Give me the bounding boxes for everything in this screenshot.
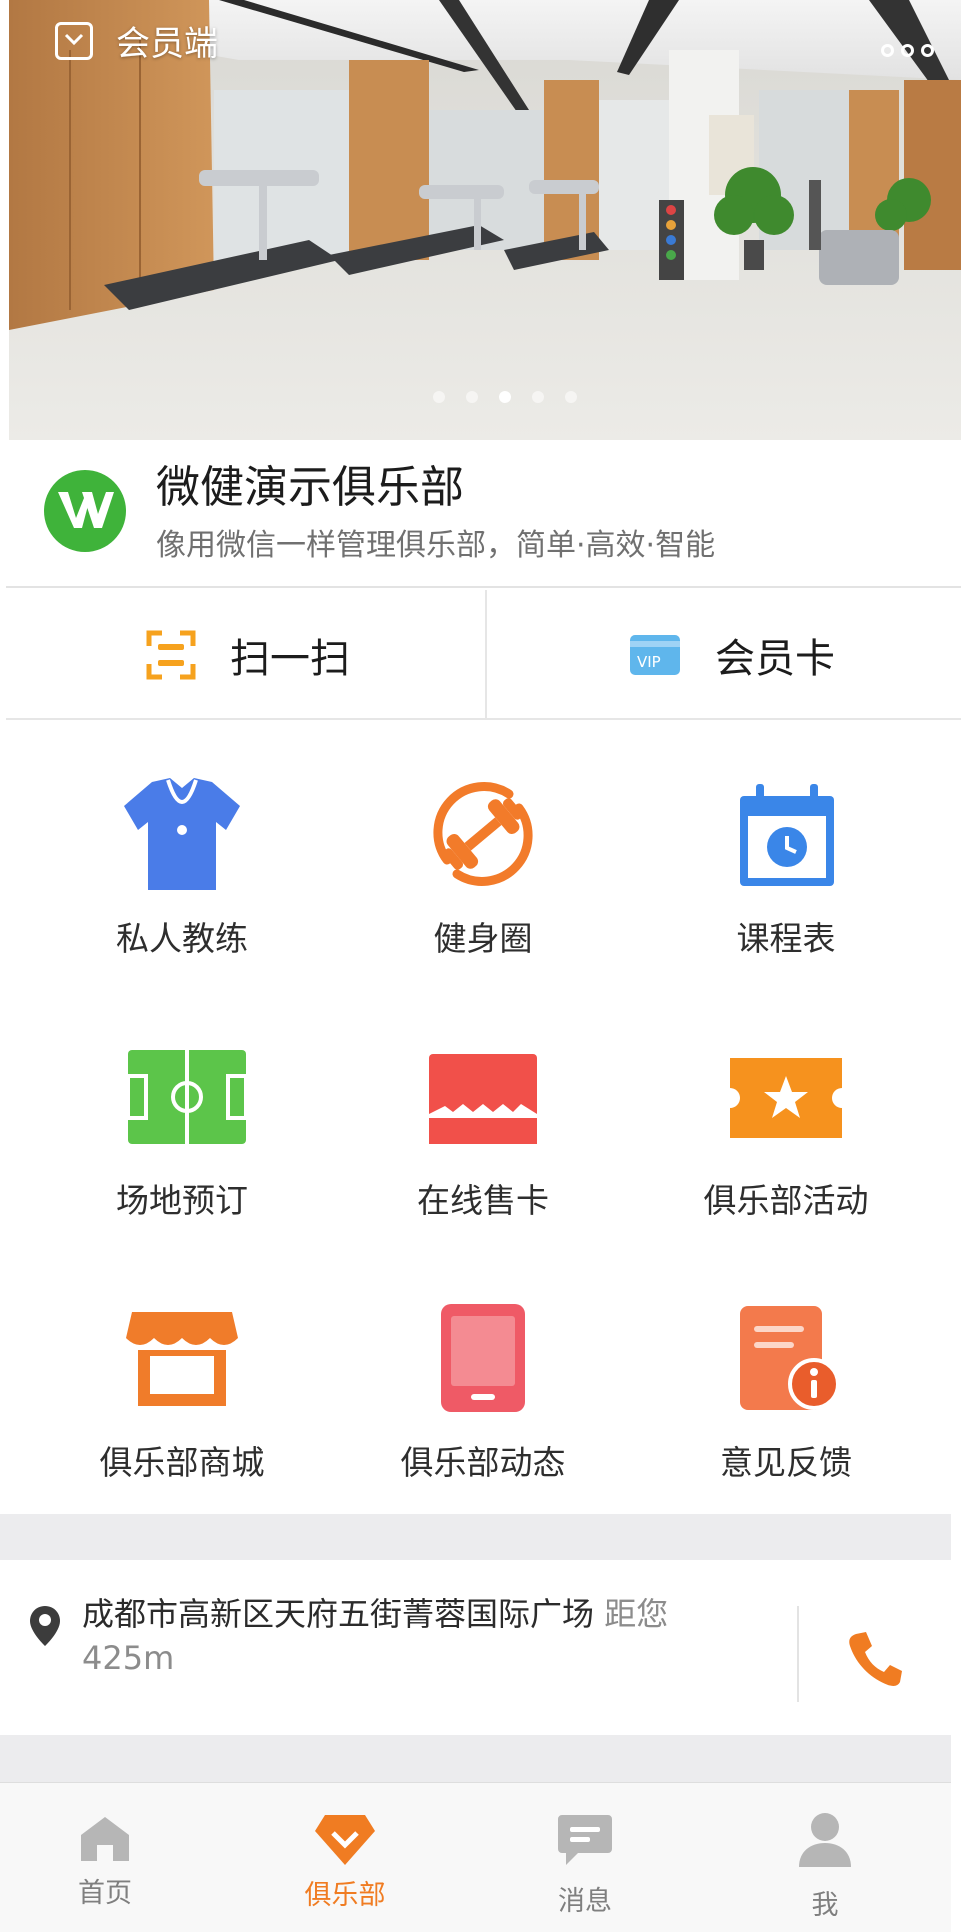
location-pin-icon xyxy=(30,1606,60,1646)
scan-label: 扫一扫 xyxy=(230,636,350,682)
bottom-tab-bar: 首页 俱乐部 消息 我 xyxy=(0,1782,951,1932)
dumbbell-icon xyxy=(423,774,543,894)
feature-label: 俱乐部商城 xyxy=(99,1443,265,1482)
tab-label: 俱乐部 xyxy=(304,1880,386,1911)
club-name: 微健演示俱乐部 xyxy=(156,462,464,513)
club-header: 微健演示俱乐部 像用微信一样管理俱乐部，简单·高效·智能 xyxy=(6,440,961,588)
tab-messages[interactable]: 消息 xyxy=(485,1783,685,1932)
more-options-icon[interactable] xyxy=(881,42,947,66)
feature-schedule[interactable]: 课程表 xyxy=(636,722,936,972)
section-divider xyxy=(0,1514,951,1560)
vip-card-label: 会员卡 xyxy=(715,636,835,682)
more-dot xyxy=(881,44,894,57)
feature-club-activities[interactable]: 俱乐部活动 xyxy=(636,984,936,1234)
feature-club-mall[interactable]: 俱乐部商城 xyxy=(32,1246,332,1496)
feature-label: 场地预订 xyxy=(116,1181,248,1220)
coach-shirt-icon xyxy=(122,774,242,894)
hero-topbar: 会员端 xyxy=(9,0,961,90)
tab-label: 消息 xyxy=(558,1886,612,1917)
scan-icon xyxy=(146,630,196,680)
svg-text:VIP: VIP xyxy=(637,653,661,671)
feature-label: 意见反馈 xyxy=(720,1443,852,1482)
club-icon xyxy=(315,1815,375,1865)
distance-prefix: 距您 xyxy=(604,1595,669,1633)
star-ticket-icon xyxy=(726,1036,846,1156)
message-icon xyxy=(558,1815,612,1865)
feature-label: 俱乐部活动 xyxy=(703,1181,869,1220)
phone-call-button[interactable] xyxy=(840,1622,910,1692)
phone-icon xyxy=(849,1632,902,1686)
feature-grid: 私人教练 健身圈 课程表 场地预订 在线售卡 俱乐部活动 俱乐部商城 俱乐部动态… xyxy=(6,722,961,1512)
feedback-icon xyxy=(726,1298,846,1418)
quick-actions: 扫一扫 VIP 会员卡 xyxy=(6,590,961,720)
tab-label: 我 xyxy=(811,1890,839,1921)
home-icon xyxy=(81,1817,129,1861)
soccer-field-icon xyxy=(122,1036,248,1156)
carousel-dot[interactable] xyxy=(565,391,578,403)
tablet-icon xyxy=(423,1298,543,1418)
club-location[interactable]: 成都市高新区天府五街菁蓉国际广场 距您 425m xyxy=(0,1560,951,1735)
user-icon xyxy=(799,1813,851,1867)
distance-value: 425m xyxy=(82,1639,175,1677)
feature-label: 健身圈 xyxy=(433,919,533,958)
feature-label: 俱乐部动态 xyxy=(400,1443,566,1482)
scan-button[interactable]: 扫一扫 xyxy=(6,590,484,720)
section-divider xyxy=(0,1735,951,1782)
divider xyxy=(797,1606,799,1702)
tab-home[interactable]: 首页 xyxy=(5,1783,205,1932)
club-logo-icon xyxy=(44,470,126,552)
carousel-dot[interactable] xyxy=(532,391,545,403)
tab-me[interactable]: 我 xyxy=(725,1783,925,1932)
feature-label: 私人教练 xyxy=(116,919,248,958)
feature-online-card-sale[interactable]: 在线售卡 xyxy=(333,984,633,1234)
address-line: 成都市高新区天府五街菁蓉国际广场 xyxy=(82,1595,595,1633)
feature-club-news[interactable]: 俱乐部动态 xyxy=(333,1246,633,1496)
tab-club[interactable]: 俱乐部 xyxy=(245,1783,445,1932)
carousel-dot-active[interactable] xyxy=(499,391,511,403)
dropdown-icon[interactable] xyxy=(55,22,93,60)
carousel-dot[interactable] xyxy=(432,391,445,403)
feature-feedback[interactable]: 意见反馈 xyxy=(636,1246,936,1496)
carousel-dot[interactable] xyxy=(465,391,478,403)
feature-label: 在线售卡 xyxy=(417,1181,549,1220)
address-text: 成都市高新区天府五街菁蓉国际广场 距您 425m xyxy=(82,1592,722,1680)
app-title: 会员端 xyxy=(116,24,218,64)
feature-label: 课程表 xyxy=(736,919,836,958)
more-dot xyxy=(921,44,934,57)
tab-label: 首页 xyxy=(78,1878,132,1909)
carousel-indicator[interactable] xyxy=(9,388,961,407)
ticket-card-icon xyxy=(423,1036,543,1156)
hero-carousel[interactable]: 会员端 xyxy=(9,0,961,440)
vip-card-button[interactable]: VIP 会员卡 xyxy=(485,590,961,720)
feature-fitness-circle[interactable]: 健身圈 xyxy=(333,722,633,972)
calendar-icon xyxy=(726,774,846,894)
feature-personal-coach[interactable]: 私人教练 xyxy=(32,722,332,972)
more-dot xyxy=(901,44,914,57)
feature-venue-booking[interactable]: 场地预订 xyxy=(32,984,332,1234)
club-slogan: 像用微信一样管理俱乐部，简单·高效·智能 xyxy=(156,528,716,563)
club-app-screen: 会员端 微健演示俱乐部 像用微信一样管理俱乐部，简单·高效·智能 扫一扫 VIP… xyxy=(0,0,961,1932)
vip-card-icon: VIP xyxy=(630,635,680,675)
shop-icon xyxy=(122,1298,242,1418)
